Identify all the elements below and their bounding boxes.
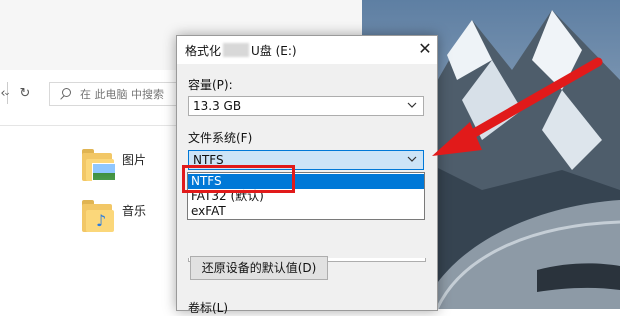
pointer-arrow: [432, 57, 603, 156]
